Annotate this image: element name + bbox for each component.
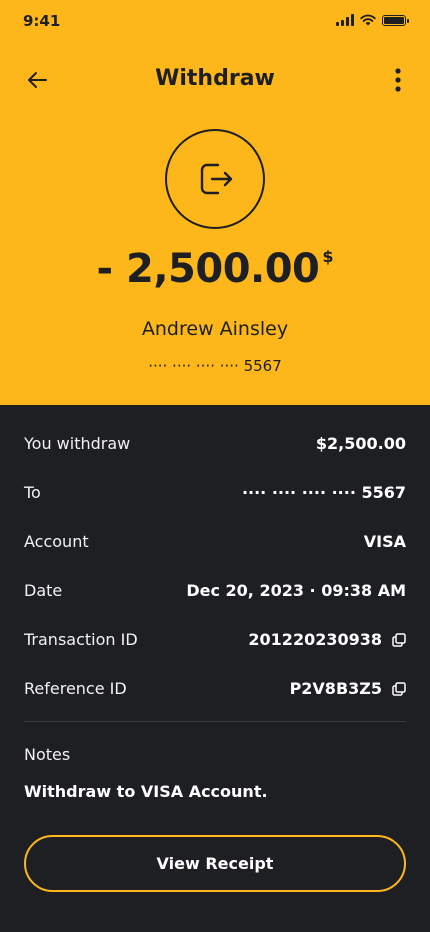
view-receipt-button[interactable]: View Receipt <box>24 835 406 892</box>
detail-label: To <box>24 483 41 502</box>
detail-value: ···· ···· ···· ···· 5567 <box>241 483 406 502</box>
status-bar: 9:41 <box>0 0 430 44</box>
amount-display: - 2,500.00 $ <box>0 246 430 292</box>
reference-id-value: P2V8B3Z5 <box>290 679 406 698</box>
detail-label: Reference ID <box>24 679 127 698</box>
detail-row-amount: You withdraw $2,500.00 <box>24 419 406 468</box>
status-icons <box>336 14 409 26</box>
transaction-details: You withdraw $2,500.00 To ···· ···· ····… <box>24 405 406 801</box>
withdraw-badge <box>165 129 265 229</box>
detail-row-date: Date Dec 20, 2023 · 09:38 AM <box>24 566 406 615</box>
detail-label: You withdraw <box>24 434 131 453</box>
recipient-name: Andrew Ainsley <box>141 318 289 340</box>
transaction-id-value: 201220230938 <box>248 630 406 649</box>
detail-row-to: To ···· ···· ···· ···· 5567 <box>24 468 406 517</box>
detail-value: VISA <box>363 532 406 551</box>
wifi-icon <box>360 14 376 26</box>
notes-label: Notes <box>24 745 71 764</box>
detail-value: $2,500.00 <box>315 434 406 453</box>
detail-label: Date <box>24 581 63 600</box>
page-title: Withdraw <box>155 66 275 91</box>
transaction-id-text: 201220230938 <box>248 630 382 649</box>
withdraw-amount: - 2,500.00 <box>96 246 320 292</box>
header-panel: 9:41 Withdraw - 2,500.00 $ Andrew Ainsle… <box>0 0 430 405</box>
detail-label: Transaction ID <box>24 630 138 649</box>
copy-icon[interactable] <box>392 632 406 647</box>
masked-account-number: ···· ···· ···· ···· 5567 <box>148 357 282 375</box>
notes-text: Withdraw to VISA Account. <box>24 782 268 801</box>
currency-symbol: $ <box>322 247 334 266</box>
detail-row-transaction-id: Transaction ID 201220230938 <box>24 615 406 664</box>
divider <box>24 721 406 722</box>
detail-label: Account <box>24 532 89 551</box>
logout-icon <box>200 163 233 195</box>
app-bar: Withdraw <box>0 58 430 102</box>
signal-icon <box>336 14 354 26</box>
status-time: 9:41 <box>23 12 61 30</box>
detail-row-account: Account VISA <box>24 517 406 566</box>
detail-value: Dec 20, 2023 · 09:38 AM <box>186 581 406 600</box>
reference-id-text: P2V8B3Z5 <box>289 679 382 698</box>
more-options-icon[interactable] <box>392 66 404 94</box>
copy-icon[interactable] <box>392 681 406 696</box>
detail-row-reference-id: Reference ID P2V8B3Z5 <box>24 664 406 713</box>
battery-icon <box>382 14 409 26</box>
